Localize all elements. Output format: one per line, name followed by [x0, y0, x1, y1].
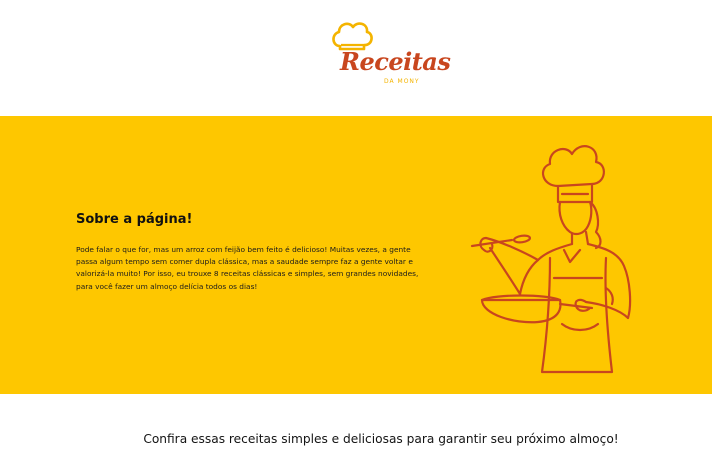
about-heading: Sobre a página!: [76, 212, 193, 227]
brand-subtitle: DA MONY: [384, 78, 420, 85]
about-section: Sobre a página! Pode falar o que for, ma…: [0, 116, 712, 394]
chef-cooking-illustration: [470, 145, 632, 374]
brand-name: Receitas: [340, 47, 451, 76]
about-text: Pode falar o que for, mas um arroz com f…: [76, 245, 419, 291]
site-logo[interactable]: Receitas DA MONY: [322, 18, 451, 88]
site-header: Receitas DA MONY: [0, 0, 712, 116]
recipes-intro-heading: Confira essas receitas simples e delicio…: [143, 432, 619, 446]
